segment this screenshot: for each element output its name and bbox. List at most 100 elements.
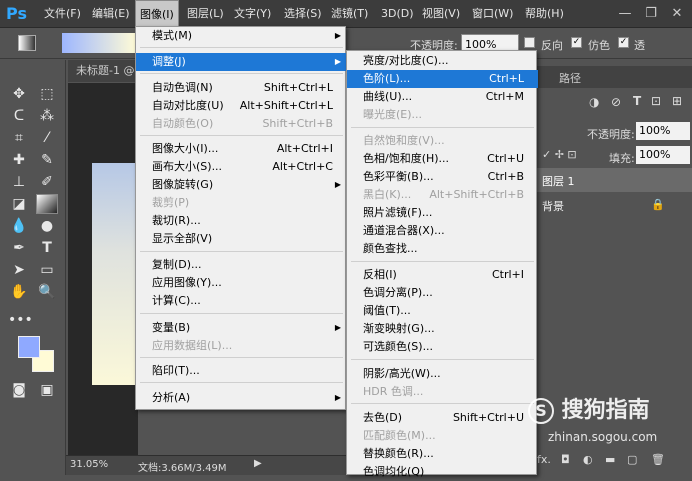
rectangle-tool-icon[interactable]: ▭: [36, 260, 58, 280]
document-tab[interactable]: 未标题-1 @: [68, 60, 140, 82]
menu-item-auto-contrast[interactable]: 自动对比度(U) Alt+Shift+Ctrl+L: [136, 97, 347, 115]
menu-item-levels[interactable]: 色阶(L)... Ctrl+L: [347, 70, 538, 88]
quick-mask-icon[interactable]: ◙: [8, 380, 30, 400]
separator: [140, 313, 343, 314]
healing-brush-tool-icon[interactable]: ✚: [8, 150, 30, 170]
menu-item-photo-filter[interactable]: 照片滤镜(F)...: [347, 204, 538, 222]
marquee-tool-icon[interactable]: ⬚: [36, 84, 58, 104]
layer-row[interactable]: 背景 🔒: [537, 193, 692, 217]
mask-icon[interactable]: ◘: [561, 453, 570, 466]
tab-paths[interactable]: 路径: [559, 70, 581, 86]
menu-edit[interactable]: 编辑(E): [88, 0, 134, 28]
menu-item-desaturate[interactable]: 去色(D) Shift+Ctrl+U: [347, 409, 538, 427]
status-arrow-icon[interactable]: ▶: [254, 458, 262, 469]
fill-input[interactable]: 100%: [636, 146, 690, 164]
menu-item-invert[interactable]: 反相(I) Ctrl+I: [347, 266, 538, 284]
eraser-tool-icon[interactable]: ◪: [8, 194, 30, 214]
menu-item-gradient-map[interactable]: 渐变映射(G)...: [347, 320, 538, 338]
transparency-label: 透: [634, 39, 645, 52]
menu-item-brightness-contrast[interactable]: 亮度/对比度(C)...: [347, 52, 538, 70]
menu-item-image-rotation[interactable]: 图像旋转(G) ▶: [136, 176, 347, 194]
restore-icon[interactable]: ❐: [638, 0, 664, 28]
transparency-checkbox[interactable]: ✓: [618, 37, 629, 48]
crop-tool-icon[interactable]: ⌗: [8, 128, 30, 148]
history-brush-tool-icon[interactable]: ✐: [36, 172, 58, 192]
filter-smart-icon[interactable]: ⊞: [672, 94, 682, 108]
menu-item-apply-image[interactable]: 应用图像(Y)...: [136, 274, 347, 292]
delete-layer-icon[interactable]: 🗑: [651, 453, 665, 466]
filter-type-icon[interactable]: T: [633, 94, 641, 108]
move-tool-icon[interactable]: ✥: [8, 84, 30, 104]
filter-adjust-icon[interactable]: ⊘: [611, 95, 621, 109]
menu-item-channel-mixer[interactable]: 通道混合器(X)...: [347, 222, 538, 240]
magic-wand-tool-icon[interactable]: ⁂: [36, 106, 58, 126]
more-tools-icon[interactable]: •••: [8, 310, 33, 330]
menu-3d[interactable]: 3D(D): [377, 0, 418, 28]
dodge-tool-icon[interactable]: ●: [36, 216, 58, 236]
menu-item-replace-color[interactable]: 替换颜色(R)...: [347, 445, 538, 463]
pen-tool-icon[interactable]: ✒: [8, 238, 30, 258]
group-icon[interactable]: ▬: [605, 453, 615, 466]
brush-tool-icon[interactable]: ✎: [36, 150, 58, 170]
separator: [140, 73, 343, 74]
eyedropper-tool-icon[interactable]: ⁄: [36, 128, 58, 148]
filter-shape-icon[interactable]: ⊡: [651, 94, 661, 108]
menu-file[interactable]: 文件(F): [40, 0, 85, 28]
gradient-preview[interactable]: [62, 33, 136, 53]
menu-select[interactable]: 选择(S): [280, 0, 326, 28]
menu-item-calculations[interactable]: 计算(C)...: [136, 292, 347, 310]
reverse-checkbox[interactable]: [524, 37, 535, 48]
clone-stamp-tool-icon[interactable]: ⊥: [8, 172, 30, 192]
menu-item-apply-data-set: 应用数据组(L)...: [152, 339, 233, 352]
menu-type[interactable]: 文字(Y): [230, 0, 275, 28]
layer-row[interactable]: 图层 1: [537, 168, 692, 192]
lock-icons[interactable]: ✓ ✢ ⊡: [542, 148, 577, 161]
zoom-tool-icon[interactable]: 🔍: [36, 282, 58, 302]
menu-layer[interactable]: 图层(L): [183, 0, 228, 28]
menu-item-threshold[interactable]: 阈值(T)...: [347, 302, 538, 320]
menu-item-equalize[interactable]: 色调均化(Q): [347, 463, 538, 481]
menu-item-trap[interactable]: 陷印(T)...: [136, 362, 347, 380]
hand-tool-icon[interactable]: ✋: [8, 282, 30, 302]
fx-icon[interactable]: fx.: [537, 453, 551, 466]
gradient-tool-icon[interactable]: [36, 194, 58, 214]
screen-mode-icon[interactable]: ▣: [36, 380, 58, 400]
panel-opacity-input[interactable]: 100%: [636, 122, 690, 140]
zoom-level[interactable]: 31.05%: [70, 459, 108, 470]
menu-item-duplicate[interactable]: 复制(D)...: [136, 256, 347, 274]
path-selection-tool-icon[interactable]: ➤: [8, 260, 30, 280]
canvas[interactable]: [92, 163, 138, 385]
menu-image[interactable]: 图像(I): [135, 0, 179, 28]
menu-view[interactable]: 视图(V): [418, 0, 464, 28]
menu-help[interactable]: 帮助(H): [521, 0, 568, 28]
menu-item-trim[interactable]: 裁切(R)...: [136, 212, 347, 230]
menu-item-canvas-size[interactable]: 画布大小(S)... Alt+Ctrl+C: [136, 158, 347, 176]
menu-item-adjustments[interactable]: 调整(J) ▶: [136, 53, 347, 71]
type-tool-icon[interactable]: T: [36, 238, 58, 258]
menu-filter[interactable]: 滤镜(T): [327, 0, 372, 28]
menu-item-auto-tone[interactable]: 自动色调(N) Shift+Ctrl+L: [136, 79, 347, 97]
menu-item-image-size[interactable]: 图像大小(I)... Alt+Ctrl+I: [136, 140, 347, 158]
menu-item-color-lookup[interactable]: 颜色查找...: [347, 240, 538, 258]
menu-item-variables[interactable]: 变量(B) ▶: [136, 319, 347, 337]
lasso-tool-icon[interactable]: ᑕ: [8, 106, 30, 126]
adjustment-layer-icon[interactable]: ◐: [583, 453, 593, 466]
menu-item-curves[interactable]: 曲线(U)... Ctrl+M: [347, 88, 538, 106]
foreground-color-swatch-top[interactable]: [18, 336, 40, 358]
filter-pixel-icon[interactable]: ◑: [589, 95, 599, 109]
dither-checkbox[interactable]: ✓: [571, 37, 582, 48]
blur-tool-icon[interactable]: 💧: [8, 216, 30, 236]
menu-item-analysis[interactable]: 分析(A) ▶: [136, 389, 347, 407]
menu-item-color-balance[interactable]: 色彩平衡(B)... Ctrl+B: [347, 168, 538, 186]
minimize-icon[interactable]: —: [612, 0, 638, 28]
menu-item-selective-color[interactable]: 可选颜色(S)...: [347, 338, 538, 356]
menu-item-posterize[interactable]: 色调分离(P)...: [347, 284, 538, 302]
menu-item-mode[interactable]: 模式(M) ▶: [136, 27, 347, 45]
menu-window[interactable]: 窗口(W): [468, 0, 517, 28]
new-layer-icon[interactable]: ▢: [627, 453, 637, 466]
close-icon[interactable]: ✕: [664, 0, 690, 28]
menu-item-shadows-highlights[interactable]: 阴影/高光(W)...: [347, 365, 538, 383]
gradient-tool-icon[interactable]: [18, 35, 36, 51]
menu-item-reveal-all[interactable]: 显示全部(V): [136, 230, 347, 248]
menu-item-hue-saturation[interactable]: 色相/饱和度(H)... Ctrl+U: [347, 150, 538, 168]
